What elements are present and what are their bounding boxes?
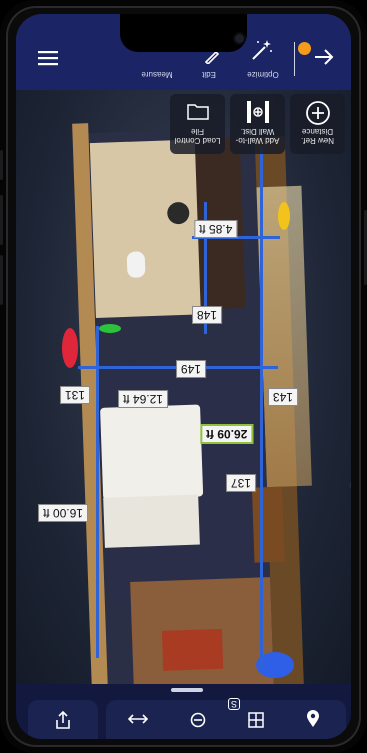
- folder-icon: [187, 102, 209, 120]
- phone-frame: Measure Edit Optimize Op: [0, 0, 367, 753]
- mode-badge: S: [228, 698, 241, 710]
- app-screen: Measure Edit Optimize Op: [16, 14, 351, 739]
- reference-point-yellow[interactable]: [278, 202, 290, 230]
- measure-label-143[interactable]: 143: [268, 388, 299, 406]
- measure-label-26-09[interactable]: 26.09 ft: [200, 424, 254, 444]
- measure-label-131[interactable]: 131: [60, 386, 91, 404]
- reference-point-green[interactable]: [99, 324, 121, 333]
- floorplan-viewport[interactable]: Op: [16, 90, 351, 684]
- volume-up-button: [0, 195, 3, 245]
- measure-line-vertical-left[interactable]: [96, 326, 99, 658]
- add-wall-to-wall-button[interactable]: Add Wall-to-Wall Dist.: [230, 94, 285, 154]
- desk: [251, 486, 285, 563]
- horizontal-arrows-icon[interactable]: [128, 714, 148, 724]
- reference-point-red[interactable]: [62, 328, 78, 368]
- measure-label-12-64[interactable]: 12.64 ft: [118, 390, 169, 408]
- notch: [120, 14, 247, 52]
- plus-circle-icon: [305, 100, 331, 126]
- add-wall-to-wall-label: Add Wall-to-Wall Dist.: [235, 127, 280, 145]
- load-control-file-button[interactable]: Load Control File: [170, 94, 225, 154]
- bed: [100, 404, 204, 500]
- edit-pencil-icon[interactable]: [204, 50, 220, 64]
- wall-distance-icon: [246, 100, 270, 124]
- red-curtain: [161, 628, 224, 671]
- minus-circle-icon[interactable]: [190, 712, 206, 728]
- measure-label-16-00[interactable]: 16.00 ft: [38, 504, 89, 522]
- toolbar-divider: [294, 42, 295, 76]
- arrow-right-icon[interactable]: [314, 48, 334, 66]
- measure-label-148[interactable]: 148: [192, 306, 223, 324]
- mute-switch: [0, 150, 3, 180]
- status-dot: [298, 42, 311, 55]
- mode-toolbar: S: [106, 698, 346, 739]
- front-camera: [235, 34, 244, 43]
- measure-label-137[interactable]: 137: [226, 474, 257, 492]
- bathroom-area: [89, 139, 211, 319]
- new-ref-distance-label: New Ref. Distance: [301, 127, 334, 145]
- volume-down-button: [0, 255, 3, 305]
- measure-label[interactable]: Measure: [132, 70, 182, 79]
- share-button[interactable]: [28, 700, 98, 739]
- share-icon: [55, 711, 71, 729]
- hamburger-menu-icon[interactable]: [38, 50, 58, 66]
- load-control-file-label: Load Control File: [174, 127, 221, 145]
- magic-wand-icon[interactable]: [250, 38, 274, 62]
- bed-foot: [103, 494, 200, 548]
- edit-label[interactable]: Edit: [184, 70, 234, 79]
- location-pin-icon[interactable]: [306, 710, 320, 728]
- measure-label-4-85[interactable]: 4.85 ft: [194, 220, 238, 238]
- grid-icon[interactable]: [248, 712, 264, 728]
- new-ref-distance-button[interactable]: New Ref. Distance: [290, 94, 345, 154]
- optimize-label[interactable]: Optimize: [238, 70, 288, 79]
- measure-label-149[interactable]: 149: [176, 360, 207, 378]
- drawer-handle[interactable]: [171, 688, 203, 692]
- background-watermark-text: Op: [349, 476, 351, 494]
- toilet: [126, 251, 146, 278]
- measure-line-vertical-right[interactable]: [260, 148, 263, 668]
